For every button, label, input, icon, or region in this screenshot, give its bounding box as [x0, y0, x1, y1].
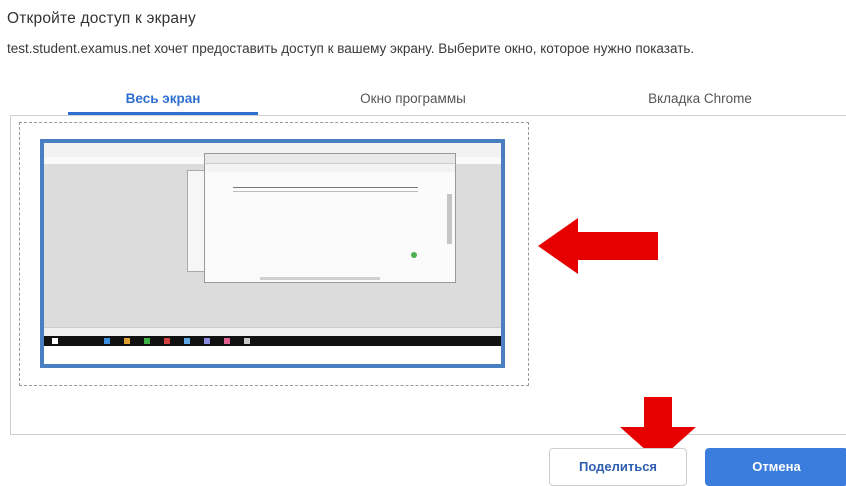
screen-preview: [40, 139, 505, 368]
preview-task-icon: [124, 338, 130, 344]
preview-task-icon: [204, 338, 210, 344]
tab-entire-screen[interactable]: Весь экран: [68, 86, 258, 115]
preview-task-icon: [164, 338, 170, 344]
cancel-button[interactable]: Отмена: [705, 448, 846, 486]
preview-start-icon: [52, 338, 58, 344]
preview-task-icon: [144, 338, 150, 344]
share-button[interactable]: Поделиться: [549, 448, 687, 486]
preview-status-bar: [44, 327, 501, 336]
preview-hscroll: [260, 277, 380, 280]
preview-taskbar: [44, 336, 501, 346]
source-tabs: Весь экран Окно программы Вкладка Chrome: [0, 86, 846, 115]
preview-cursor-dot: [411, 252, 417, 258]
screen-thumbnail[interactable]: [19, 122, 529, 386]
preview-task-icon: [184, 338, 190, 344]
preview-document-window: [204, 153, 456, 283]
preview-bottom-area: [44, 346, 501, 364]
tab-application-window[interactable]: Окно программы: [313, 86, 513, 112]
preview-ruler: [233, 187, 418, 192]
dialog-title: Откройте доступ к экрану: [7, 10, 196, 27]
preview-task-icon: [104, 338, 110, 344]
preview-task-icon: [224, 338, 230, 344]
preview-scrollbar: [447, 194, 452, 244]
dialog-description: test.student.examus.net хочет предостави…: [7, 41, 695, 56]
preview-window-title: [205, 154, 455, 164]
tab-chrome-tab[interactable]: Вкладка Chrome: [600, 86, 800, 112]
preview-task-icon: [244, 338, 250, 344]
arrow-left-icon: [538, 218, 658, 274]
screen-list-panel: [10, 115, 846, 435]
preview-window-toolbar: [205, 164, 455, 172]
